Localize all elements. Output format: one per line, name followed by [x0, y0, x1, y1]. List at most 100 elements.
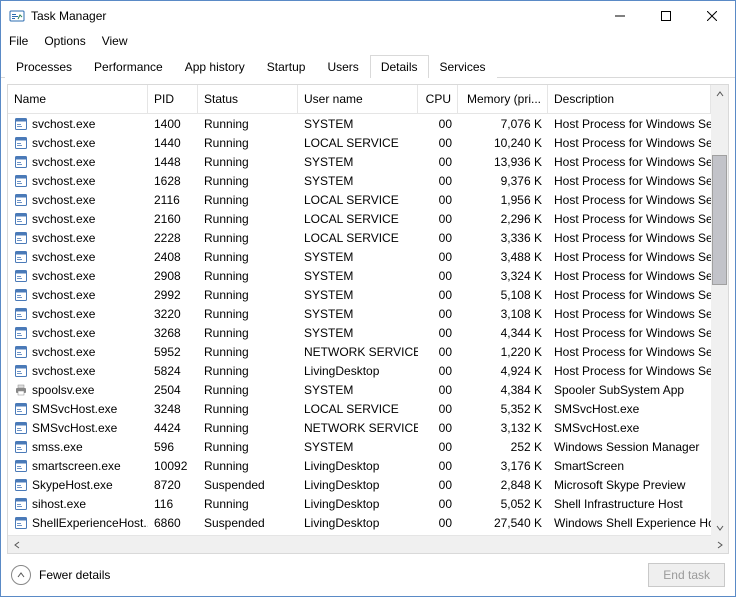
table-row[interactable]: svchost.exe2908RunningSYSTEM003,324 KHos…	[8, 266, 711, 285]
cell-name: SMSvcHost.exe	[8, 402, 148, 416]
cell-pid: 2160	[148, 212, 198, 226]
vertical-scrollbar[interactable]	[711, 85, 728, 536]
fewer-details-button[interactable]: Fewer details	[11, 565, 110, 585]
tab-details[interactable]: Details	[370, 55, 429, 78]
table-row[interactable]: svchost.exe2160RunningLOCAL SERVICE002,2…	[8, 209, 711, 228]
table-body[interactable]: svchost.exe1400RunningSYSTEM007,076 KHos…	[8, 114, 728, 535]
table-row[interactable]: svchost.exe2228RunningLOCAL SERVICE003,3…	[8, 228, 711, 247]
col-pid[interactable]: PID	[148, 85, 198, 113]
process-icon	[14, 478, 28, 492]
scroll-left-button[interactable]	[8, 536, 25, 553]
cell-cpu: 00	[418, 383, 458, 397]
cell-user: SYSTEM	[298, 117, 418, 131]
cell-pid: 8720	[148, 478, 198, 492]
table-row[interactable]: svchost.exe1400RunningSYSTEM007,076 KHos…	[8, 114, 711, 133]
cell-memory: 3,132 K	[458, 421, 548, 435]
tab-app-history[interactable]: App history	[174, 55, 256, 78]
cell-pid: 3248	[148, 402, 198, 416]
table-row[interactable]: svchost.exe2992RunningSYSTEM005,108 KHos…	[8, 285, 711, 304]
table-row[interactable]: sihost.exe116RunningLivingDesktop005,052…	[8, 494, 711, 513]
cell-description: Spooler SubSystem App	[548, 383, 711, 397]
tab-services[interactable]: Services	[429, 55, 497, 78]
scroll-right-button[interactable]	[711, 536, 728, 553]
table-row[interactable]: svchost.exe5824RunningLivingDesktop004,9…	[8, 361, 711, 380]
cell-memory: 9,376 K	[458, 174, 548, 188]
close-button[interactable]	[689, 1, 735, 31]
cell-description: Host Process for Windows Serv	[548, 250, 711, 264]
tab-users[interactable]: Users	[316, 55, 369, 78]
process-icon	[14, 155, 28, 169]
tab-startup[interactable]: Startup	[256, 55, 317, 78]
cell-memory: 27,540 K	[458, 516, 548, 530]
menu-view[interactable]: View	[102, 34, 128, 48]
footer: Fewer details End task	[1, 554, 735, 596]
cell-user: LOCAL SERVICE	[298, 136, 418, 150]
cell-status: Running	[198, 459, 298, 473]
cell-pid: 2992	[148, 288, 198, 302]
process-icon	[14, 307, 28, 321]
tab-processes[interactable]: Processes	[5, 55, 83, 78]
cell-pid: 4424	[148, 421, 198, 435]
table-row[interactable]: svchost.exe5952RunningNETWORK SERVICE001…	[8, 342, 711, 361]
scrollbar-thumb[interactable]	[712, 155, 727, 285]
cell-memory: 5,052 K	[458, 497, 548, 511]
col-user[interactable]: User name	[298, 85, 418, 113]
cell-memory: 1,956 K	[458, 193, 548, 207]
scroll-up-button[interactable]	[711, 85, 728, 102]
menu-options[interactable]: Options	[44, 34, 85, 48]
scroll-down-button[interactable]	[711, 519, 728, 536]
cell-name: svchost.exe	[8, 174, 148, 188]
col-cpu[interactable]: CPU	[418, 85, 458, 113]
table-row[interactable]: svchost.exe3268RunningSYSTEM004,344 KHos…	[8, 323, 711, 342]
tab-performance[interactable]: Performance	[83, 55, 174, 78]
cell-pid: 2116	[148, 193, 198, 207]
table-row[interactable]: svchost.exe1628RunningSYSTEM009,376 KHos…	[8, 171, 711, 190]
cell-status: Running	[198, 174, 298, 188]
cell-user: SYSTEM	[298, 155, 418, 169]
col-status[interactable]: Status	[198, 85, 298, 113]
table-row[interactable]: svchost.exe3220RunningSYSTEM003,108 KHos…	[8, 304, 711, 323]
cell-name: SkypeHost.exe	[8, 478, 148, 492]
minimize-button[interactable]	[597, 1, 643, 31]
table-row[interactable]: svchost.exe1448RunningSYSTEM0013,936 KHo…	[8, 152, 711, 171]
table-header: Name PID Status User name CPU Memory (pr…	[8, 85, 728, 114]
cell-memory: 7,076 K	[458, 117, 548, 131]
cell-status: Running	[198, 269, 298, 283]
cell-description: Host Process for Windows Serv	[548, 269, 711, 283]
maximize-button[interactable]	[643, 1, 689, 31]
table-row[interactable]: smss.exe596RunningSYSTEM00252 KWindows S…	[8, 437, 711, 456]
cell-user: SYSTEM	[298, 307, 418, 321]
cell-status: Running	[198, 155, 298, 169]
cell-cpu: 00	[418, 364, 458, 378]
cell-cpu: 00	[418, 478, 458, 492]
col-description[interactable]: Description	[548, 85, 711, 113]
menu-file[interactable]: File	[9, 34, 28, 48]
cell-description: Shell Infrastructure Host	[548, 497, 711, 511]
col-name[interactable]: Name	[8, 85, 148, 113]
table-row[interactable]: SMSvcHost.exe4424RunningNETWORK SERVICE0…	[8, 418, 711, 437]
table-row[interactable]: ShellExperienceHost....6860SuspendedLivi…	[8, 513, 711, 532]
cell-description: Host Process for Windows Serv	[548, 155, 711, 169]
col-memory[interactable]: Memory (pri...	[458, 85, 548, 113]
titlebar[interactable]: Task Manager	[1, 1, 735, 31]
table-row[interactable]: spoolsv.exe2504RunningSYSTEM004,384 KSpo…	[8, 380, 711, 399]
process-icon	[14, 402, 28, 416]
table-row[interactable]: svchost.exe1440RunningLOCAL SERVICE0010,…	[8, 133, 711, 152]
table-row[interactable]: svchost.exe2116RunningLOCAL SERVICE001,9…	[8, 190, 711, 209]
horizontal-scrollbar[interactable]	[8, 535, 728, 553]
cell-pid: 5952	[148, 345, 198, 359]
cell-name: svchost.exe	[8, 231, 148, 245]
table-row[interactable]: svchost.exe2408RunningSYSTEM003,488 KHos…	[8, 247, 711, 266]
end-task-button[interactable]: End task	[648, 563, 725, 587]
process-icon	[14, 117, 28, 131]
task-manager-icon	[9, 8, 25, 24]
table-row[interactable]: SkypeHost.exe8720SuspendedLivingDesktop0…	[8, 475, 711, 494]
table-row[interactable]: smartscreen.exe10092RunningLivingDesktop…	[8, 456, 711, 475]
table-row[interactable]: SMSvcHost.exe3248RunningLOCAL SERVICE005…	[8, 399, 711, 418]
cell-cpu: 00	[418, 212, 458, 226]
cell-description: SmartScreen	[548, 459, 711, 473]
cell-pid: 1400	[148, 117, 198, 131]
cell-name: svchost.exe	[8, 345, 148, 359]
cell-name: svchost.exe	[8, 193, 148, 207]
process-icon	[14, 174, 28, 188]
